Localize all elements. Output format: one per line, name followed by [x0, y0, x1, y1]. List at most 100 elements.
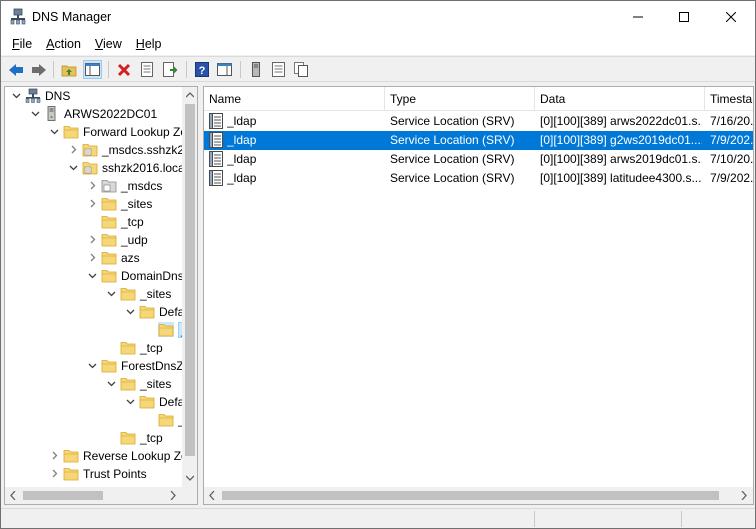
chevron-right-icon[interactable]: [87, 234, 98, 245]
tree-item[interactable]: _tcp: [5, 321, 197, 339]
tree-item[interactable]: _sites: [5, 195, 183, 213]
chevron-right-icon[interactable]: [49, 468, 60, 479]
chevron-down-icon[interactable]: [87, 360, 98, 371]
chevron-right-icon[interactable]: [87, 198, 98, 209]
list-horizontal-scrollbar[interactable]: [204, 487, 753, 504]
scroll-right-icon[interactable]: [170, 491, 176, 500]
tree-item[interactable]: _msdcs: [5, 177, 183, 195]
back-arrow-icon: [8, 63, 23, 76]
tree-horizontal-scroll-thumb[interactable]: [23, 491, 103, 500]
properties-button[interactable]: [137, 60, 156, 79]
tree-item-label: DNS: [45, 89, 71, 103]
scroll-left-icon[interactable]: [209, 491, 215, 500]
cell-timestamp: 7/16/20...: [710, 114, 754, 128]
chevron-right-icon[interactable]: [68, 144, 79, 155]
menu-help[interactable]: Help: [129, 33, 169, 55]
console-tree[interactable]: DNS ARWS2022DC01 Forward Lookup Zone _msdcs…: [4, 86, 198, 505]
maximize-button[interactable]: [661, 1, 707, 33]
show-hide-action-pane-button[interactable]: [215, 60, 234, 79]
tree-item[interactable]: _msdcs.sshzk2016: [5, 141, 197, 159]
dns-manager-app-icon: [10, 8, 26, 25]
chevron-down-icon[interactable]: [68, 162, 79, 173]
table-row[interactable]: _ldap Service Location (SRV) [0][100][389]…: [204, 150, 753, 169]
table-row[interactable]: _ldap Service Location (SRV) [0][100][389]…: [204, 131, 753, 150]
column-header-name[interactable]: Name: [204, 87, 385, 111]
cell-type: Service Location (SRV): [390, 152, 515, 166]
tree-item[interactable]: _sites: [5, 375, 183, 393]
menu-action[interactable]: Action: [39, 33, 88, 55]
chevron-down-icon[interactable]: [125, 306, 136, 317]
dns-icon: [25, 88, 41, 103]
tree-item[interactable]: _udp: [5, 231, 183, 249]
chevron-down-icon[interactable]: [106, 378, 117, 389]
srv-record-icon: [209, 132, 223, 148]
status-separator: [681, 511, 682, 527]
tree-item[interactable]: _sites: [5, 285, 183, 303]
tree-item[interactable]: ARWS2022DC01: [5, 105, 183, 123]
up-one-level-button[interactable]: [59, 60, 78, 79]
menu-file[interactable]: File: [5, 33, 39, 55]
help-button[interactable]: ?: [192, 60, 211, 79]
chevron-down-icon[interactable]: [106, 288, 117, 299]
toolbar-separator: [240, 61, 241, 78]
copy-button[interactable]: [292, 60, 311, 79]
toolbar-separator: [186, 61, 187, 78]
table-row[interactable]: _ldap Service Location (SRV) [0][100][389]…: [204, 169, 754, 188]
close-button[interactable]: [708, 1, 754, 33]
scroll-up-icon[interactable]: [186, 92, 194, 98]
scroll-down-icon[interactable]: [186, 475, 194, 481]
folder-icon: [63, 468, 79, 481]
tree-item[interactable]: DNS: [5, 87, 183, 105]
show-hide-tree-icon: [85, 63, 100, 76]
cell-timestamp: 7/9/202...: [710, 171, 754, 185]
tree-vertical-scroll-thumb[interactable]: [185, 104, 195, 456]
scroll-left-icon[interactable]: [10, 491, 16, 500]
tree-item[interactable]: Forward Lookup Zone: [5, 123, 197, 141]
server-icon: [47, 106, 56, 121]
column-header-timestamp[interactable]: Timesta: [705, 87, 753, 111]
chevron-right-icon[interactable]: [87, 180, 98, 191]
tree-item[interactable]: sshzk2016.local: [5, 159, 187, 177]
tree-item[interactable]: ForestDnsZone: [5, 357, 197, 375]
export-list-button[interactable]: [161, 60, 180, 79]
column-header-type[interactable]: Type: [385, 87, 535, 111]
tree-horizontal-scrollbar[interactable]: [5, 487, 182, 504]
tree-item[interactable]: _tcp: [5, 213, 183, 231]
chevron-down-icon[interactable]: [11, 90, 22, 101]
cell-type: Service Location (SRV): [390, 171, 515, 185]
tree-item[interactable]: azs: [5, 249, 183, 267]
chevron-down-icon[interactable]: [30, 108, 41, 119]
chevron-right-icon[interactable]: [49, 450, 60, 461]
column-header-data[interactable]: Data: [535, 87, 705, 111]
tree-item[interactable]: _tcp: [5, 339, 183, 357]
folder-icon: [101, 252, 117, 265]
table-row[interactable]: _ldap Service Location (SRV) [0][100][389]…: [204, 112, 754, 131]
folder-icon: [101, 360, 117, 373]
tree-item[interactable]: Default: [5, 393, 197, 411]
chevron-right-icon[interactable]: [87, 252, 98, 263]
menu-view[interactable]: View: [88, 33, 129, 55]
chevron-down-icon[interactable]: [125, 396, 136, 407]
list-view-button[interactable]: [269, 60, 288, 79]
delete-button[interactable]: [114, 60, 133, 79]
show-hide-console-tree-button[interactable]: [83, 60, 102, 79]
forward-button[interactable]: [29, 60, 48, 79]
folder-icon: [158, 414, 174, 427]
chevron-down-icon[interactable]: [87, 270, 98, 281]
tree-vertical-scrollbar[interactable]: [182, 87, 197, 487]
chevron-down-icon[interactable]: [49, 126, 60, 137]
folder-icon: [101, 198, 117, 211]
scroll-right-icon[interactable]: [741, 491, 747, 500]
minimize-button[interactable]: [615, 1, 661, 33]
tree-item[interactable]: _tcp: [5, 429, 183, 447]
back-button[interactable]: [6, 60, 25, 79]
server-button[interactable]: [246, 60, 265, 79]
tree-item[interactable]: Trust Points: [5, 465, 183, 483]
tree-item[interactable]: Default: [5, 303, 197, 321]
record-list[interactable]: Name Type Data Timesta _ldap Service Loca…: [203, 86, 754, 505]
list-horizontal-scroll-thumb[interactable]: [222, 491, 719, 500]
tree-item-label: Forward Lookup Zone: [83, 125, 198, 139]
tree-item[interactable]: Reverse Lookup Zone: [5, 447, 197, 465]
tree-item[interactable]: _tcp: [5, 411, 197, 429]
tree-item[interactable]: DomainDnsZone: [5, 267, 197, 285]
